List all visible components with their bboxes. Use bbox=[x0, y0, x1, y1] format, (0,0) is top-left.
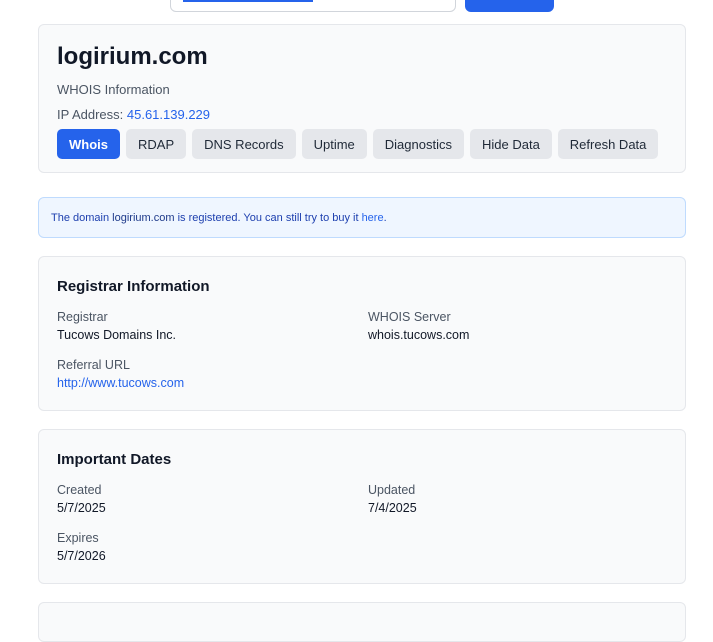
alert-domain: logirium.com bbox=[112, 211, 175, 224]
tab-diagnostics[interactable]: Diagnostics bbox=[372, 129, 464, 159]
search-button[interactable] bbox=[465, 0, 554, 12]
ip-address-label: IP Address: bbox=[57, 107, 124, 122]
registrar-fields: Registrar Tucows Domains Inc. WHOIS Serv… bbox=[57, 309, 667, 391]
updated-label: Updated bbox=[368, 483, 416, 497]
whois-server-field: WHOIS Server whois.tucows.com bbox=[368, 309, 667, 343]
updated-field: Updated 7/4/2025 bbox=[368, 482, 667, 516]
referral-url-label: Referral URL bbox=[57, 358, 130, 372]
tab-whois[interactable]: Whois bbox=[57, 129, 120, 159]
tab-uptime[interactable]: Uptime bbox=[301, 129, 367, 159]
top-search-input[interactable] bbox=[170, 0, 456, 12]
domain-header-card: logirium.com WHOIS Information IP Addres… bbox=[38, 24, 686, 173]
whois-server-value: whois.tucows.com bbox=[368, 328, 470, 342]
alert-prefix: The domain bbox=[51, 211, 110, 224]
referral-url-link[interactable]: http://www.tucows.com bbox=[57, 375, 368, 391]
registrar-label: Registrar bbox=[57, 310, 108, 324]
tab-rdap[interactable]: RDAP bbox=[126, 129, 187, 159]
alert-message: is registered. You can still try to buy … bbox=[177, 211, 359, 224]
tab-bar: Whois RDAP DNS Records Uptime Diagnostic… bbox=[57, 129, 667, 159]
ip-address-value[interactable]: 45.61.139.229 bbox=[127, 107, 210, 122]
registration-status-alert: The domain logirium.com is registered. Y… bbox=[38, 197, 686, 238]
page-subtitle: WHOIS Information bbox=[57, 82, 170, 97]
hide-data-button[interactable]: Hide Data bbox=[469, 129, 552, 159]
expires-field: Expires 5/7/2026 bbox=[57, 530, 368, 564]
buy-here-link[interactable]: here bbox=[362, 212, 384, 224]
search-text-selection bbox=[183, 0, 313, 2]
ip-address-line: IP Address: 45.61.139.229 bbox=[57, 107, 667, 122]
expires-label: Expires bbox=[57, 531, 99, 545]
page-title: logirium.com bbox=[57, 43, 208, 70]
updated-value: 7/4/2025 bbox=[368, 501, 417, 515]
dates-fields: Created 5/7/2025 Updated 7/4/2025 Expire… bbox=[57, 482, 667, 564]
created-label: Created bbox=[57, 483, 102, 497]
refresh-data-button[interactable]: Refresh Data bbox=[557, 129, 659, 159]
tab-dns-records[interactable]: DNS Records bbox=[192, 129, 296, 159]
important-dates-card: Important Dates Created 5/7/2025 Updated… bbox=[38, 429, 686, 584]
created-value: 5/7/2025 bbox=[57, 501, 106, 515]
registrar-value: Tucows Domains Inc. bbox=[57, 328, 177, 342]
whois-server-label: WHOIS Server bbox=[368, 310, 451, 324]
created-field: Created 5/7/2025 bbox=[57, 482, 368, 516]
referral-url-field: Referral URL http://www.tucows.com bbox=[57, 357, 368, 391]
registrar-section-title: Registrar Information bbox=[57, 278, 210, 295]
registrar-field: Registrar Tucows Domains Inc. bbox=[57, 309, 368, 343]
registrar-info-card: Registrar Information Registrar Tucows D… bbox=[38, 256, 686, 411]
alert-suffix: . bbox=[383, 211, 387, 224]
next-section-card bbox=[38, 602, 686, 642]
expires-value: 5/7/2026 bbox=[57, 549, 106, 563]
dates-section-title: Important Dates bbox=[57, 451, 172, 468]
